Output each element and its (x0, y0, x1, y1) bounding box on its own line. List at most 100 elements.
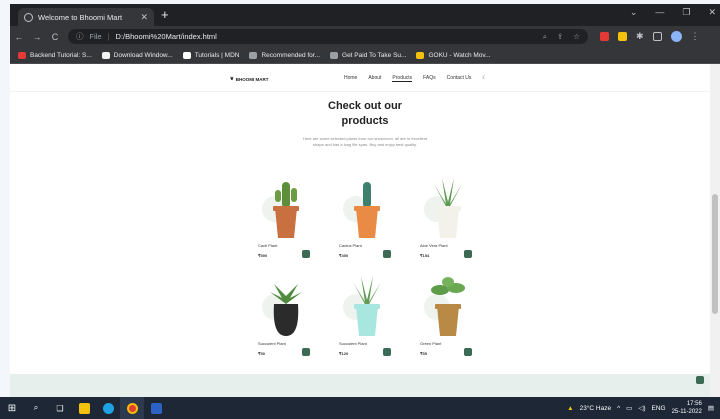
volume-icon[interactable]: ◁) (638, 404, 645, 412)
bookmark-item[interactable]: Recommended for... (249, 51, 321, 59)
file-explorer-icon[interactable] (72, 397, 96, 419)
edge-icon[interactable] (96, 397, 120, 419)
add-to-cart-button[interactable] (302, 250, 310, 258)
add-to-cart-button[interactable] (383, 250, 391, 258)
product-price: ₹154 (420, 253, 430, 258)
bookmark-star-icon[interactable]: ☆ (573, 32, 580, 42)
close-window-button[interactable]: ✕ (708, 7, 716, 18)
add-to-cart-button[interactable] (464, 348, 472, 356)
product-name: Succulent Plant (339, 341, 367, 346)
browser-window: Welcome to Bhoomi Mart ✕ + ⌄ — ❐ ✕ ← → C… (10, 4, 720, 397)
task-view-icon[interactable]: ❑ (48, 397, 72, 419)
search-icon[interactable]: ⌕ (24, 397, 48, 419)
page-scrollbar[interactable] (710, 64, 720, 397)
zoom-icon[interactable]: ⌕ (543, 32, 547, 42)
nav-home[interactable]: Home (344, 75, 357, 82)
scroll-top-button[interactable] (696, 376, 704, 384)
site-logo-text: BHOOMI MART (235, 76, 269, 82)
side-panel-icon[interactable] (652, 32, 662, 41)
nav-products[interactable]: Products (392, 75, 413, 82)
window-controls: ⌄ — ❐ ✕ (630, 7, 716, 18)
word-icon[interactable] (144, 397, 168, 419)
screen: Welcome to Bhoomi Mart ✕ + ⌄ — ❐ ✕ ← → C… (0, 0, 720, 419)
new-tab-button[interactable]: + (161, 7, 169, 22)
theme-toggle-icon[interactable]: ☾ (482, 75, 486, 82)
product-name: Cactus Plant (339, 243, 362, 248)
leaf-icon: ❦ (230, 76, 234, 81)
add-to-cart-button[interactable] (302, 348, 310, 356)
bookmark-label: Recommended for... (261, 51, 321, 59)
add-to-cart-button[interactable] (464, 250, 472, 258)
menu-kebab-icon[interactable]: ⋮ (691, 31, 700, 42)
extension-red-icon[interactable] (600, 32, 609, 41)
maximize-button[interactable]: ❐ (682, 7, 690, 18)
bookmark-favicon-icon (182, 51, 191, 59)
bookmark-favicon-icon (249, 51, 258, 59)
windows-start-icon[interactable]: ⊞ (0, 397, 24, 419)
notification-icon[interactable]: ▤ (708, 404, 714, 412)
product-price: ₹120 (339, 351, 349, 356)
bookmark-label: Tutorials | MDN (194, 51, 240, 59)
browser-toolbar: ← → C ⓘ File | D:/Bhoomi%20Mart/index.ht… (10, 26, 720, 47)
site-nav-links: Home About Products FAQs Contact Us ☾ (344, 75, 487, 82)
puzzle-icon[interactable]: ✱ (636, 31, 644, 42)
product-card[interactable]: Cactus Plant ₹400 (339, 176, 401, 266)
bookmark-favicon-icon (18, 51, 26, 59)
heading-line-2: products (341, 115, 389, 127)
scrollbar-thumb[interactable] (712, 194, 718, 314)
bookmark-item[interactable]: Backend Tutorial: S... (18, 51, 92, 59)
globe-icon (24, 12, 33, 22)
bookmarks-bar: Backend Tutorial: S... Download Window...… (10, 47, 720, 64)
bookmark-item[interactable]: Download Window... (101, 51, 173, 59)
product-price: ₹500 (258, 253, 268, 258)
product-card[interactable]: Aloe Vera Plant ₹154 (420, 176, 482, 266)
plant-image (434, 178, 462, 238)
network-icon[interactable]: ▭ (626, 404, 632, 412)
minimize-button[interactable]: — (655, 7, 664, 18)
info-icon[interactable]: ⓘ (76, 31, 84, 42)
site-logo[interactable]: ❦ BHOOMI MART (230, 76, 269, 82)
clock[interactable]: 17:56 25-11-2022 (672, 400, 702, 416)
chrome-icon[interactable] (120, 397, 144, 419)
bookmark-item[interactable]: GOKU - Watch Mov... (416, 51, 491, 59)
product-card[interactable]: Succulent Plant ₹50 (258, 274, 320, 364)
bookmark-favicon-icon (330, 51, 339, 59)
product-card[interactable]: Cacti Plant ₹500 (258, 176, 320, 266)
plant-image (431, 277, 465, 336)
bookmark-item[interactable]: Tutorials | MDN (182, 51, 240, 59)
nav-contact[interactable]: Contact Us (447, 75, 472, 82)
reload-icon[interactable]: C (46, 32, 64, 42)
back-icon[interactable]: ← (10, 32, 28, 42)
tray-chevron-icon[interactable]: ^ (617, 405, 620, 412)
language-indicator[interactable]: ENG (652, 405, 666, 412)
heading-line-1: Check out our (328, 100, 402, 112)
plant-image (354, 182, 380, 238)
forward-icon[interactable]: → (28, 32, 46, 42)
share-icon[interactable]: ⇪ (557, 32, 563, 42)
product-name: Cacti Plant (258, 243, 278, 248)
tab-search-icon[interactable]: ⌄ (630, 7, 638, 18)
close-tab-icon[interactable]: ✕ (140, 12, 148, 23)
product-name: Green Plant (420, 341, 442, 346)
product-name: Aloe Vera Plant (420, 243, 448, 248)
product-card[interactable]: Succulent Plant ₹120 (339, 274, 401, 364)
add-to-cart-button[interactable] (383, 348, 391, 356)
tab-active[interactable]: Welcome to Bhoomi Mart ✕ (18, 8, 154, 26)
weather-text[interactable]: 23°C Haze (580, 405, 612, 412)
windows-taskbar: ⊞ ⌕ ❑ ▲ 23°C Haze ^ ▭ ◁) ENG 17:56 25-11… (0, 397, 720, 419)
extension-yellow-icon[interactable] (618, 32, 627, 41)
nav-faqs[interactable]: FAQs (423, 75, 436, 82)
address-bar[interactable]: ⓘ File | D:/Bhoomi%20Mart/index.html ⌕ ⇪… (68, 29, 588, 44)
bookmark-label: Download Window... (113, 51, 173, 59)
product-card[interactable]: Green Plant ₹55 (420, 274, 482, 364)
product-price: ₹400 (339, 253, 349, 258)
site-navbar: ❦ BHOOMI MART Home About Products FAQs C… (10, 64, 710, 92)
url-text[interactable]: D:/Bhoomi%20Mart/index.html (116, 32, 217, 41)
web-page: ❦ BHOOMI MART Home About Products FAQs C… (10, 64, 710, 397)
nav-about[interactable]: About (368, 75, 381, 82)
system-tray: ▲ 23°C Haze ^ ▭ ◁) ENG 17:56 25-11-2022 … (567, 400, 720, 416)
section-description: Here are some selected plants from our s… (302, 136, 428, 147)
bookmark-label: Backend Tutorial: S... (30, 51, 92, 59)
bookmark-item[interactable]: Get Paid To Take Su... (330, 51, 406, 59)
profile-avatar[interactable] (670, 31, 682, 42)
